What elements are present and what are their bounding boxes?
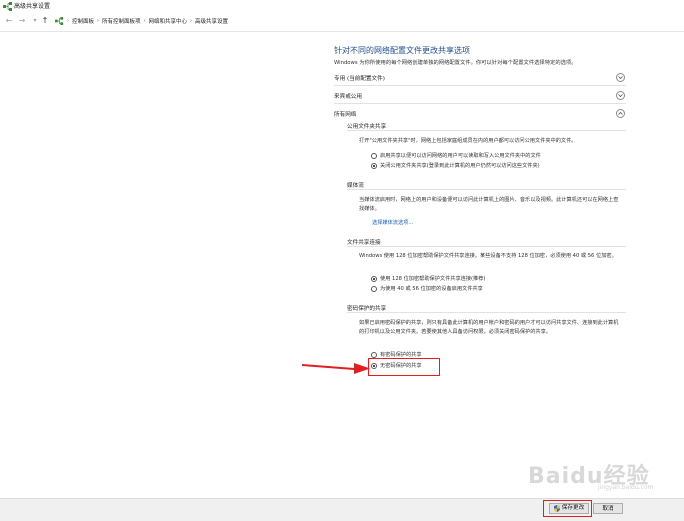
divider (347, 312, 626, 313)
annotation-highlight-box (543, 500, 592, 517)
public-folder-heading: 公用文件夹共享 (347, 124, 387, 130)
profile-guest-label[interactable]: 来宾或公用 (334, 92, 362, 100)
forward-arrow-icon[interactable]: → (17, 16, 27, 26)
back-arrow-icon[interactable]: ← (4, 16, 14, 26)
media-text: 当媒体流启用时，网络上的用户和设备便可以访问此计算机上的图片、音乐以及视频。此计… (359, 197, 619, 212)
file-sharing-heading: 文件共享连接 (347, 240, 381, 246)
profile-all-label[interactable]: 所有网络 (334, 110, 356, 118)
annotation-highlight-box (368, 358, 440, 376)
breadcrumb-item[interactable]: 所有控制面板项 (102, 17, 141, 25)
password-text: 如果已启用密码保护的共享，则只有具备此计算机的用户帐户和密码的用户才可以访问共享… (359, 320, 619, 335)
divider (347, 130, 626, 131)
breadcrumb: › 控制面板 › 所有控制面板项 › 网络和共享中心 › 高级共享设置 (55, 17, 228, 25)
chevron-right-icon: › (97, 18, 100, 24)
media-options-link[interactable]: 选择媒体流选项... (372, 219, 413, 226)
public-folder-on-option[interactable]: 启用共享以便可以访问网络的用户可以读取和写入公用文件夹中的文件 (371, 152, 541, 159)
divider (347, 246, 626, 247)
divider (334, 103, 626, 104)
option-label: 使用 128 位加密帮助保护文件共享连接(推荐) (380, 276, 486, 282)
radio-button-selected[interactable] (371, 275, 377, 282)
radio-button-selected[interactable] (371, 162, 377, 169)
chevron-right-icon: › (67, 18, 69, 24)
network-icon (3, 2, 12, 11)
option-label: 为使用 40 或 56 位加密的设备启用文件共享 (380, 286, 483, 292)
encryption-128-option[interactable]: 使用 128 位加密帮助保护文件共享连接(推荐) (371, 275, 485, 282)
public-folder-text: 打开"公用文件夹共享"时，网络上包括家庭组成员在内的用户都可以访问公用文件夹中的… (359, 138, 577, 144)
divider (334, 85, 626, 86)
radio-button[interactable] (371, 285, 377, 292)
option-label: 启用共享以便可以访问网络的用户可以读取和写入公用文件夹中的文件 (380, 153, 541, 159)
password-heading: 密码保护的共享 (347, 306, 387, 312)
collapse-chevron-icon[interactable] (616, 109, 625, 118)
profile-private-label[interactable]: 专用 (当前配置文件) (334, 74, 385, 82)
window-title: 高级共享设置 (14, 3, 51, 10)
breadcrumb-item[interactable]: 网络和共享中心 (149, 17, 188, 25)
title-bar (0, 0, 684, 13)
password-on-option[interactable]: 有密码保护的共享 (371, 351, 422, 358)
page-title: 针对不同的网络配置文件更改共享选项 (334, 46, 470, 55)
page-description: Windows 为你所使用的每个网络创建单独的网络配置文件。你可以针对每个配置文… (334, 60, 577, 66)
annotation-arrow-icon (302, 363, 370, 374)
option-label: 有密码保护的共享 (380, 352, 422, 358)
option-label: 关闭公用文件夹共享(登录到此计算机的用户仍然可以访问这些文件夹) (380, 163, 540, 169)
divider (347, 189, 626, 190)
network-icon (55, 17, 64, 25)
public-folder-off-option[interactable]: 关闭公用文件夹共享(登录到此计算机的用户仍然可以访问这些文件夹) (371, 162, 540, 169)
watermark-url: jingyan.baidu.com (598, 484, 654, 491)
up-arrow-icon[interactable]: ↑ (40, 16, 50, 26)
media-heading: 媒体流 (347, 183, 364, 189)
cancel-button[interactable]: 取消 (593, 503, 623, 514)
radio-button[interactable] (371, 152, 377, 159)
expand-chevron-icon[interactable] (616, 91, 625, 100)
breadcrumb-item[interactable]: 高级共享设置 (195, 17, 228, 25)
chevron-right-icon: › (190, 18, 193, 24)
breadcrumb-item[interactable]: 控制面板 (72, 17, 94, 25)
recent-dropdown-icon[interactable]: ▾ (30, 16, 40, 26)
expand-chevron-icon[interactable] (616, 73, 625, 82)
file-sharing-text: Windows 使用 128 位加密帮助保护文件共享连接。某些设备不支持 128… (359, 253, 617, 259)
encryption-40-option[interactable]: 为使用 40 或 56 位加密的设备启用文件共享 (371, 285, 483, 292)
chevron-right-icon: › (143, 18, 146, 24)
